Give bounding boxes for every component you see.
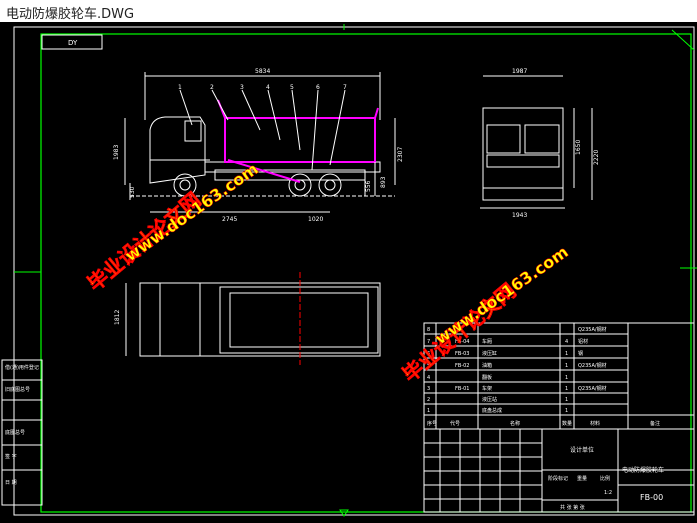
left-label-1: 旧底图总号 bbox=[5, 386, 30, 393]
bom-header-name: 名称 bbox=[510, 420, 520, 427]
tb-weight: 重量 bbox=[577, 475, 587, 482]
bom-row-2-code: FB-03 bbox=[455, 351, 469, 357]
bom-header-code: 代号 bbox=[450, 420, 460, 427]
bom-row-4-name: 翻板 bbox=[482, 374, 492, 381]
balloon-7: 7 bbox=[343, 84, 347, 91]
bom-row-7-no: 1 bbox=[427, 408, 430, 414]
bom-row-5-code: FB-01 bbox=[455, 386, 469, 392]
dim-wheelbase-rear: 1020 bbox=[308, 216, 323, 223]
balloons: 1 2 3 4 5 6 7 bbox=[178, 84, 347, 91]
bom-row-0-no: 8 bbox=[427, 327, 430, 333]
dim-wheelbase-front: 2745 bbox=[222, 216, 237, 223]
corner-box-label: DY bbox=[68, 39, 78, 47]
bom-row-4-no: 4 bbox=[427, 375, 430, 381]
tb-drawing-no: FB-00 bbox=[640, 493, 663, 502]
window-titlebar: 电动防爆胶轮车.DWG bbox=[0, 0, 697, 23]
bom-header-mat: 材料 bbox=[590, 420, 600, 427]
dim-low1: 556 bbox=[365, 180, 372, 192]
dim-overall-length: 5834 bbox=[255, 68, 270, 75]
cad-drawing[interactable]: DY 1 2 3 4 5 6 7 5834 1983 530 2307 556 … bbox=[0, 22, 697, 519]
bom-row-1-name: 车厢 bbox=[482, 338, 492, 345]
window-title: 电动防爆胶轮车.DWG bbox=[6, 7, 135, 22]
rear-wheel-2 bbox=[318, 173, 342, 197]
left-label-2: 底图总号 bbox=[5, 429, 25, 436]
bom-row-3-mat: Q235A/钢材 bbox=[578, 362, 607, 369]
left-label-3: 签 字 bbox=[5, 453, 17, 460]
bom-row-5-no: 3 bbox=[427, 386, 430, 392]
cab-window bbox=[184, 120, 202, 142]
balloon-4: 4 bbox=[266, 84, 270, 91]
side-dims bbox=[124, 72, 396, 213]
bom-header-no: 序号 bbox=[427, 420, 437, 427]
bom-row-5-mat: Q235A/钢材 bbox=[578, 385, 607, 392]
left-margin-table: 借(通)用件登记 旧底图总号 底图总号 签 字 日 期 bbox=[1, 359, 43, 506]
title-block-text: 设计单位 电动防爆胶轮车 FB-00 1:2 共 张 第 张 阶段标记 重量 比… bbox=[548, 446, 664, 511]
balloon-1: 1 bbox=[178, 84, 182, 91]
dim-bed-height: 2307 bbox=[397, 147, 404, 162]
left-label-0: 借(通)用件登记 bbox=[5, 364, 39, 371]
balloon-2: 2 bbox=[210, 84, 214, 91]
bom-row-5-qty: 1 bbox=[565, 386, 568, 392]
balloon-3: 3 bbox=[240, 84, 244, 91]
bom-row-3-name: 油箱 bbox=[482, 362, 492, 369]
drawing-canvas[interactable]: DY 1 2 3 4 5 6 7 5834 1983 530 2307 556 … bbox=[0, 22, 697, 519]
tb-org: 设计单位 bbox=[570, 446, 594, 454]
tb-sheet-info: 共 张 第 张 bbox=[560, 504, 585, 511]
dim-top-width: 1812 bbox=[114, 310, 121, 325]
dim-front-height: 1650 bbox=[575, 140, 582, 155]
bom-row-7-qty: 1 bbox=[565, 408, 568, 414]
tb-ratio: 比例 bbox=[600, 475, 610, 482]
dim-ground: 530 bbox=[129, 186, 136, 198]
bom-row-6-qty: 1 bbox=[565, 397, 568, 403]
bom-row-2-name: 液压缸 bbox=[482, 350, 497, 357]
bom-row-6-no: 2 bbox=[427, 397, 430, 403]
balloon-5: 5 bbox=[290, 84, 294, 91]
cab-outline bbox=[149, 116, 206, 184]
side-dim-labels: 5834 1983 530 2307 556 893 2745 1020 bbox=[113, 68, 404, 223]
bom-row-1-qty: 4 bbox=[565, 339, 568, 345]
bom-row-2-mat: 钢 bbox=[578, 350, 583, 357]
bom-row-4-qty: 1 bbox=[565, 375, 568, 381]
dim-low2: 893 bbox=[380, 176, 387, 188]
left-label-4: 日 期 bbox=[5, 480, 17, 486]
bom-row-3-code: FB-02 bbox=[455, 363, 469, 369]
bom-row-7-name: 底盘总成 bbox=[482, 407, 502, 414]
dim-total-height: 2220 bbox=[593, 150, 600, 165]
inner-frame bbox=[40, 33, 692, 513]
tb-stage: 阶段标记 bbox=[548, 475, 568, 482]
bom-row-1-mat: 铝材 bbox=[578, 338, 588, 345]
rear-wheel-1 bbox=[288, 173, 312, 197]
bom-row-0-mat: Q235A/钢材 bbox=[578, 326, 607, 333]
dim-front-width: 1987 bbox=[512, 68, 527, 75]
balloon-6: 6 bbox=[316, 84, 320, 91]
bom-row-6-name: 液压站 bbox=[482, 396, 497, 403]
bom-row-5-name: 车架 bbox=[482, 385, 492, 392]
bom-row-3-qty: 1 bbox=[565, 363, 568, 369]
dim-side-height: 1983 bbox=[113, 145, 120, 160]
bom-header-note: 备注 bbox=[650, 420, 660, 427]
watermark-url-2: www.doc163.com bbox=[431, 242, 571, 348]
bom-header-qty: 数量 bbox=[562, 420, 572, 427]
tb-product: 电动防爆胶轮车 bbox=[622, 466, 664, 474]
side-view bbox=[130, 116, 395, 197]
top-view bbox=[125, 272, 381, 365]
dim-rear-width: 1943 bbox=[512, 212, 527, 219]
bom-row-2-qty: 1 bbox=[565, 351, 568, 357]
tb-scale: 1:2 bbox=[604, 490, 612, 496]
